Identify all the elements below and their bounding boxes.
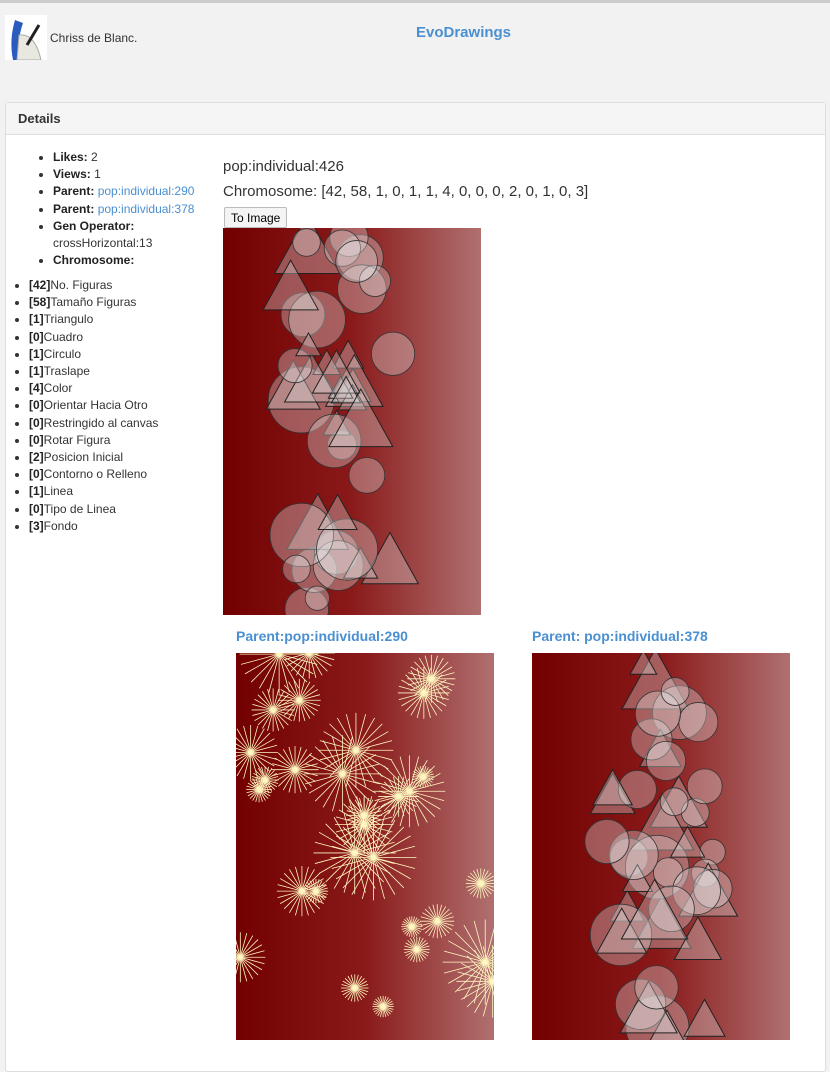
chromosome-gene: [1]Triangulo — [29, 311, 158, 328]
gene-name: Traslape — [44, 364, 90, 378]
chromosome-gene: [0]Orientar Hacia Otro — [29, 397, 158, 414]
gene-value: [4] — [29, 381, 44, 395]
chromosome-array: Chromosome: [42, 58, 1, 0, 1, 1, 4, 0, 0… — [223, 183, 588, 200]
gene-value: [2] — [29, 450, 44, 464]
user-name[interactable]: Chriss de Blanc. — [50, 31, 137, 45]
parent-link-378[interactable]: pop:individual:378 — [98, 202, 195, 216]
gene-name: Rotar Figura — [44, 433, 111, 447]
gene-value: [42] — [29, 278, 50, 292]
gene-value: [0] — [29, 502, 44, 516]
top-bar: Chriss de Blanc. EvoDrawings — [0, 3, 830, 99]
chromosome-gene: [42]No. Figuras — [29, 277, 158, 294]
gene-value: [1] — [29, 364, 44, 378]
brand-link[interactable]: EvoDrawings — [416, 24, 511, 41]
chromosome-gene: [3]Fondo — [29, 518, 158, 535]
parent-link-290[interactable]: pop:individual:290 — [98, 184, 195, 198]
likes-value: 2 — [91, 150, 98, 164]
views-label: Views: — [53, 167, 91, 181]
gene-value: [58] — [29, 295, 50, 309]
gene-value: [0] — [29, 416, 44, 430]
parent-item: Parent: pop:individual:290 — [53, 183, 209, 200]
gene-value: [3] — [29, 519, 44, 533]
chromosome-gene: [0]Contorno o Relleno — [29, 466, 158, 483]
chromosome-gene: [58]Tamaño Figuras — [29, 294, 158, 311]
gene-name: Contorno o Relleno — [44, 467, 147, 481]
details-panel: Details Likes: 2 Views: 1 Parent: pop:in… — [5, 102, 826, 1072]
parent2-drawing[interactable] — [532, 653, 790, 1040]
likes-item: Likes: 2 — [53, 149, 209, 166]
gene-name: Restringido al canvas — [44, 416, 159, 430]
panel-heading: Details — [6, 103, 825, 135]
chromosome-gene: [1]Traslape — [29, 363, 158, 380]
likes-label: Likes: — [53, 150, 88, 164]
chromosome-gene: [0]Cuadro — [29, 329, 158, 346]
chromosome-gene: [1]Linea — [29, 483, 158, 500]
gene-value: [1] — [29, 312, 44, 326]
gene-name: Fondo — [44, 519, 78, 533]
parent2-title-link[interactable]: Parent: pop:individual:378 — [532, 628, 708, 644]
views-item: Views: 1 — [53, 166, 209, 183]
avatar[interactable] — [5, 15, 47, 60]
gene-value: [0] — [29, 467, 44, 481]
chromosome-gene: [0]Rotar Figura — [29, 432, 158, 449]
parent-label: Parent: — [53, 184, 94, 198]
chromosome-gene: [1]Circulo — [29, 346, 158, 363]
individual-drawing — [223, 228, 481, 615]
chromosome-gene-list: [42]No. Figuras[58]Tamaño Figuras[1]Tria… — [19, 277, 158, 535]
chromosome-item: Chromosome: — [53, 252, 209, 269]
gen-operator-item: Gen Operator: crossHorizontal:13 — [53, 218, 209, 252]
gen-operator-label: Gen Operator: — [53, 219, 134, 233]
gene-name: Linea — [44, 484, 73, 498]
gene-name: No. Figuras — [50, 278, 112, 292]
gene-value: [1] — [29, 484, 44, 498]
gene-name: Orientar Hacia Otro — [44, 398, 148, 412]
gene-value: [1] — [29, 347, 44, 361]
chromosome-gene: [4]Color — [29, 380, 158, 397]
gen-operator-value: crossHorizontal:13 — [53, 236, 152, 250]
parent1-drawing[interactable] — [236, 653, 494, 1040]
parent1-title-link[interactable]: Parent:pop:individual:290 — [236, 628, 408, 644]
chromosome-gene: [0]Restringido al canvas — [29, 415, 158, 432]
gene-name: Tamaño Figuras — [50, 295, 136, 309]
gene-name: Cuadro — [44, 330, 83, 344]
gene-value: [0] — [29, 398, 44, 412]
parent-label: Parent: — [53, 202, 94, 216]
chromosome-gene: [0]Tipo de Linea — [29, 501, 158, 518]
to-image-button[interactable]: To Image — [224, 207, 287, 228]
gene-name: Triangulo — [44, 312, 94, 326]
gene-name: Tipo de Linea — [44, 502, 116, 516]
gene-value: [0] — [29, 433, 44, 447]
chromosome-gene: [2]Posicion Inicial — [29, 449, 158, 466]
gene-value: [0] — [29, 330, 44, 344]
individual-title: pop:individual:426 — [223, 158, 344, 175]
views-value: 1 — [94, 167, 101, 181]
gene-name: Circulo — [44, 347, 81, 361]
gene-name: Color — [44, 381, 73, 395]
chromosome-label: Chromosome: — [53, 253, 134, 267]
parent-item: Parent: pop:individual:378 — [53, 201, 209, 218]
details-list: Likes: 2 Views: 1 Parent: pop:individual… — [39, 149, 209, 269]
gene-name: Posicion Inicial — [44, 450, 123, 464]
